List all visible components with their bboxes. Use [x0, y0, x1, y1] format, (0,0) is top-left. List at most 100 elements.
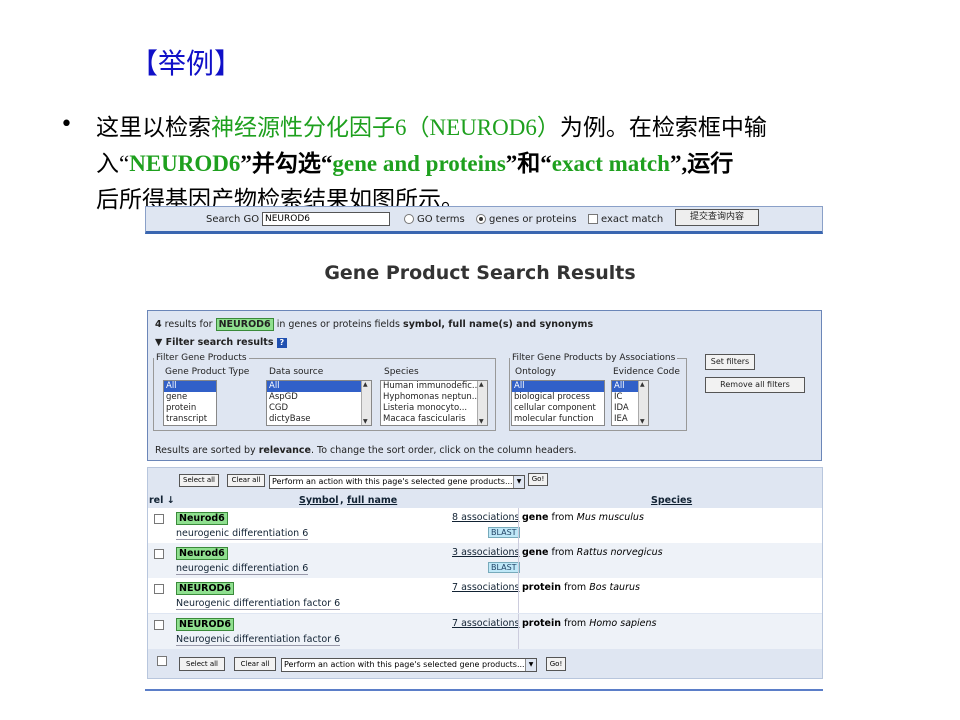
scrollbar[interactable]	[638, 381, 648, 425]
row-checkbox[interactable]	[154, 514, 164, 524]
species-name: Bos taurus	[589, 582, 640, 593]
remove-filters-button[interactable]: Remove all filters	[705, 377, 805, 393]
list-option[interactable]: Human immunodefic...	[381, 381, 487, 392]
bullet-line-1: 这里以检索神经源性分化因子6（NEUROD6）为例。在检索框中输	[96, 110, 896, 146]
col-label-type: Gene Product Type	[165, 367, 250, 377]
search-label: Search GO	[206, 214, 260, 225]
fields-text: symbol, full name(s) and synonyms	[403, 319, 594, 330]
type-listbox[interactable]: All gene protein transcript	[163, 380, 217, 426]
search-input[interactable]	[262, 212, 390, 226]
list-option[interactable]: Listeria monocyto...	[381, 403, 487, 414]
associations-link[interactable]: 7 associations	[452, 618, 519, 629]
scrollbar[interactable]	[361, 381, 371, 425]
list-option[interactable]: molecular function	[512, 414, 604, 425]
column-divider	[518, 614, 519, 649]
gene-symbol: NEUROD6	[176, 618, 235, 631]
bottom-divider	[145, 689, 823, 691]
table-row: NEUROD6 Neurogenic differentiation facto…	[148, 614, 822, 649]
go-button-bottom[interactable]: Go!	[546, 657, 566, 671]
col-header-separator: ,	[340, 495, 344, 506]
list-option[interactable]: gene	[164, 392, 216, 403]
col-header-symbol[interactable]: Symbol	[299, 495, 339, 506]
radio-go-terms-label: GO terms	[417, 214, 465, 225]
col-header-species[interactable]: Species	[651, 495, 692, 506]
slide-title: 【举例】	[130, 47, 243, 80]
action-select-bottom[interactable]: Perform an action with this page's selec…	[281, 658, 537, 672]
go-button[interactable]: Go!	[528, 473, 548, 486]
gene-fullname: Neurogenic differentiation factor 6	[176, 598, 341, 610]
list-option[interactable]: All	[164, 381, 216, 392]
text-run: ”并勾选“	[240, 151, 333, 176]
product-kind: protein	[522, 618, 562, 629]
col-header-rel-label: rel	[149, 495, 164, 506]
select-all-button-bottom[interactable]: Select all	[179, 657, 225, 671]
list-option[interactable]: All	[512, 381, 604, 392]
species-cell: protein from Homo sapiens	[522, 618, 657, 629]
text-run: 入“	[96, 151, 130, 176]
list-option[interactable]: AspGD	[267, 392, 371, 403]
radio-genes-proteins-label: genes or proteins	[489, 214, 577, 225]
col-header-rel[interactable]: rel ↓	[149, 495, 175, 506]
associations-link[interactable]: 8 associations	[452, 512, 519, 523]
bullet-marker: •	[60, 112, 73, 137]
list-option[interactable]: biological process	[512, 392, 604, 403]
sort-note-c: . To change the sort order, click on the…	[310, 445, 577, 456]
list-option[interactable]: cellular component	[512, 403, 604, 414]
column-divider	[518, 578, 519, 613]
clear-all-button[interactable]: Clear all	[227, 474, 265, 487]
list-option[interactable]: CGD	[267, 403, 371, 414]
filter-toggle[interactable]: ▼ Filter search results ?	[155, 337, 287, 348]
ontology-listbox[interactable]: All biological process cellular componen…	[511, 380, 605, 426]
list-option[interactable]: dictyBase	[267, 414, 371, 425]
text-run-green: exact match	[551, 151, 670, 176]
blast-button[interactable]: BLAST	[488, 527, 520, 538]
list-option[interactable]: protein	[164, 403, 216, 414]
product-kind: gene	[522, 547, 549, 558]
select-all-button[interactable]: Select all	[179, 474, 219, 487]
gene-fullname: Neurogenic differentiation factor 6	[176, 634, 341, 646]
sort-arrow-icon: ↓	[166, 495, 175, 506]
gene-symbol: Neurod6	[176, 547, 228, 560]
evidence-listbox[interactable]: All IC IDA IEA	[611, 380, 649, 426]
from-text: from	[564, 582, 587, 593]
list-option[interactable]: transcript	[164, 414, 216, 425]
select-all-checkbox[interactable]	[157, 656, 167, 666]
radio-genes-proteins[interactable]	[476, 214, 486, 224]
scrollbar[interactable]	[477, 381, 487, 425]
species-name: Rattus norvegicus	[576, 547, 663, 558]
exact-match-checkbox[interactable]	[588, 214, 598, 224]
associations-link[interactable]: 3 associations	[452, 547, 519, 558]
blast-button[interactable]: BLAST	[488, 562, 520, 573]
radio-go-terms[interactable]	[404, 214, 414, 224]
result-count: 4	[155, 319, 162, 330]
row-checkbox[interactable]	[154, 620, 164, 630]
table-row: NEUROD6 Neurogenic differentiation facto…	[148, 578, 822, 613]
submit-button[interactable]: 提交查询内容	[675, 209, 759, 226]
text-run-green: 神经源性分化因子6（NEUROD6）	[211, 115, 560, 140]
clear-all-button-bottom[interactable]: Clear all	[234, 657, 276, 671]
associations-link[interactable]: 7 associations	[452, 582, 519, 593]
help-icon[interactable]: ?	[276, 338, 287, 348]
source-listbox[interactable]: All AspGD CGD dictyBase	[266, 380, 372, 426]
action-select-value: Perform an action with this page's selec…	[284, 660, 525, 669]
set-filters-button[interactable]: Set filters	[705, 354, 755, 370]
species-listbox[interactable]: Human immunodefic... Hyphomonas neptun..…	[380, 380, 488, 426]
query-highlight: NEUROD6	[215, 318, 274, 331]
bullet-line-2: 入“NEUROD6”并勾选“gene and proteins”和“exact …	[96, 146, 896, 182]
action-select[interactable]: Perform an action with this page's selec…	[269, 475, 525, 489]
group-legend: Filter Gene Products by Associations	[512, 353, 676, 363]
list-option[interactable]: Hyphomonas neptun...	[381, 392, 487, 403]
species-cell: gene from Rattus norvegicus	[522, 547, 663, 558]
sort-note-b: relevance	[258, 445, 311, 456]
list-option[interactable]: Macaca fascicularis	[381, 414, 487, 425]
results-summary: 4 results for NEUROD6 in genes or protei…	[155, 318, 594, 331]
list-option[interactable]: All	[267, 381, 371, 392]
row-checkbox[interactable]	[154, 584, 164, 594]
col-label-species: Species	[384, 367, 419, 377]
col-header-fullname[interactable]: full name	[347, 495, 397, 506]
action-select-value: Perform an action with this page's selec…	[272, 477, 513, 486]
gene-symbol: NEUROD6	[176, 582, 235, 595]
group-legend: Filter Gene Products	[156, 353, 247, 363]
row-checkbox[interactable]	[154, 549, 164, 559]
text-run-green: gene and proteins	[332, 151, 506, 176]
